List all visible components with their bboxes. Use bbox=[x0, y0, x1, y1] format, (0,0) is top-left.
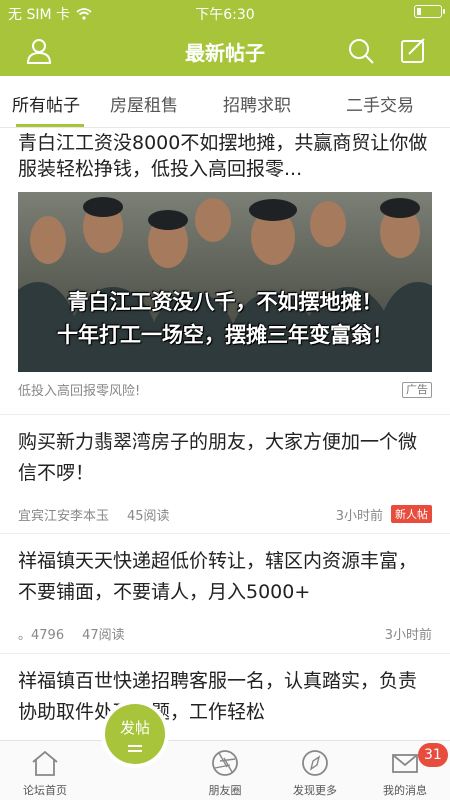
app-header: 最新帖子 bbox=[0, 26, 450, 76]
post-reads: 47阅读 bbox=[82, 627, 125, 643]
new-post-badge: 新人帖 bbox=[391, 505, 432, 523]
post-meta: 。4796 47阅读 3小时前 bbox=[18, 622, 432, 644]
category-tabs: 所有帖子 房屋租售 招聘求职 二手交易 bbox=[0, 76, 450, 128]
ad-caption: 低投入高回报零风险! bbox=[18, 384, 141, 399]
search-icon[interactable] bbox=[346, 36, 376, 66]
new-post-button[interactable]: 发帖 bbox=[105, 704, 165, 764]
compose-icon[interactable] bbox=[398, 36, 428, 66]
tab-jobs[interactable]: 招聘求职 bbox=[204, 76, 310, 127]
post-feed: 青白江工资没8000不如摆地摊，共赢商贸让你做服装轻松挣钱，低投入高回报零... bbox=[0, 128, 450, 740]
post-title: 祥福镇天天快递超低价转让，辖区内资源丰富，不要铺面，不要请人，月入5000+ bbox=[18, 550, 418, 603]
ad-title: 青白江工资没8000不如摆地摊，共赢商贸让你做服装轻松挣钱，低投入高回报零... bbox=[18, 132, 428, 180]
nav-moments[interactable]: 朋友圈 bbox=[180, 741, 270, 800]
post-button-label: 发帖 bbox=[119, 719, 150, 737]
ad-banner-image[interactable]: 青白江工资没八千，不如摆地摊！ 十年打工一场空，摆摊三年变富翁！ bbox=[18, 192, 432, 372]
tab-second-hand[interactable]: 二手交易 bbox=[310, 76, 450, 127]
ad-meta: 低投入高回报零风险! 广告 bbox=[18, 380, 432, 399]
banner-headline-2: 十年打工一场空，摆摊三年变富翁！ bbox=[57, 323, 393, 347]
nav-label: 朋友圈 bbox=[208, 784, 242, 797]
envelope-icon bbox=[392, 754, 418, 773]
post-meta: 宜宾江安李本玉 45阅读 3小时前 新人帖 bbox=[18, 503, 432, 525]
post-author: 。4796 bbox=[18, 627, 65, 643]
nav-label: 论坛首页 bbox=[23, 784, 67, 797]
home-icon bbox=[32, 750, 58, 776]
banner-headline-1: 青白江工资没八千，不如摆地摊！ bbox=[67, 290, 383, 314]
tab-housing[interactable]: 房屋租售 bbox=[84, 76, 204, 127]
aperture-icon bbox=[212, 750, 238, 776]
post-item[interactable]: 祥福镇天天快递超低价转让，辖区内资源丰富，不要铺面，不要请人，月入5000+ 。… bbox=[0, 534, 450, 654]
post-author: 宜宾江安李本玉 bbox=[18, 508, 110, 524]
bottom-nav: 论坛首页 朋友圈 发现更多 我的消息 bbox=[0, 740, 450, 800]
page-title: 最新帖子 bbox=[185, 41, 265, 65]
post-title: 祥福镇百世快递招聘客服一名，认真踏实，负责协助取件处理问题，工作轻松 bbox=[18, 670, 418, 723]
menu-lines-icon bbox=[128, 745, 142, 747]
active-tab-indicator bbox=[16, 124, 84, 127]
message-count-badge: 31 bbox=[418, 743, 448, 767]
status-time: 下午6:30 bbox=[195, 7, 255, 23]
ad-badge: 广告 bbox=[402, 381, 432, 398]
nav-discover[interactable]: 发现更多 bbox=[270, 741, 360, 800]
nav-forum-home[interactable]: 论坛首页 bbox=[0, 741, 90, 800]
post-item[interactable]: 购买新力翡翠湾房子的朋友，大家方便加一个微信不啰！ 宜宾江安李本玉 45阅读 3… bbox=[0, 415, 450, 534]
nav-label: 发现更多 bbox=[293, 784, 337, 797]
battery-icon bbox=[414, 5, 445, 18]
post-item[interactable]: 祥福镇百世快递招聘客服一名，认真踏实，负责协助取件处理问题，工作轻松 bbox=[0, 654, 450, 740]
nav-label: 我的消息 bbox=[383, 784, 427, 797]
post-title: 购买新力翡翠湾房子的朋友，大家方便加一个微信不啰！ bbox=[18, 431, 418, 484]
ad-card[interactable]: 青白江工资没8000不如摆地摊，共赢商贸让你做服装轻松挣钱，低投入高回报零... bbox=[0, 128, 450, 415]
post-time: 3小时前 bbox=[384, 627, 432, 643]
post-reads: 45阅读 bbox=[127, 508, 170, 524]
tab-all-posts[interactable]: 所有帖子 bbox=[0, 76, 84, 127]
compass-icon bbox=[302, 750, 328, 776]
status-bar: 无 SIM 卡 下午6:30 bbox=[0, 0, 450, 26]
post-time: 3小时前 bbox=[335, 508, 383, 524]
